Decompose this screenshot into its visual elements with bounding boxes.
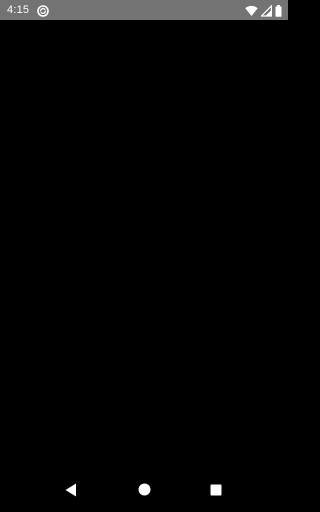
- home-icon: [138, 483, 151, 501]
- status-bar: 4:15: [0, 0, 288, 20]
- sync-circle-icon: [37, 4, 49, 17]
- app-content-area: [0, 20, 288, 472]
- navigation-bar: [0, 472, 288, 512]
- back-button[interactable]: [59, 480, 83, 504]
- recents-icon: [210, 483, 222, 501]
- status-time: 4:15: [7, 4, 30, 16]
- cellular-signal-icon: [260, 4, 273, 17]
- battery-icon: [275, 4, 282, 17]
- phone-screen: 4:15: [0, 0, 288, 512]
- wifi-icon: [245, 4, 258, 16]
- recents-button[interactable]: [204, 480, 228, 504]
- home-button[interactable]: [132, 480, 156, 504]
- back-icon: [65, 483, 77, 502]
- status-icons: [245, 4, 282, 17]
